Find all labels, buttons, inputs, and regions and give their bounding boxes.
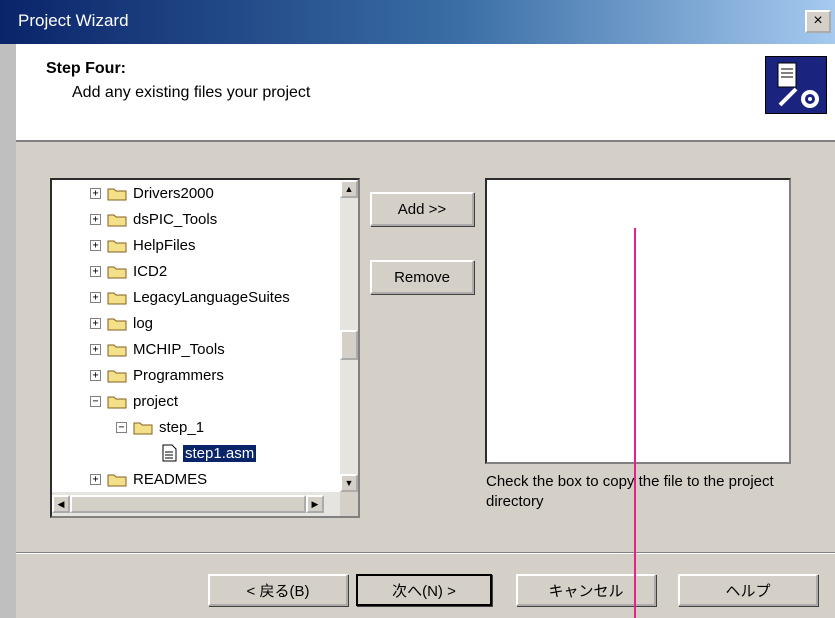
- background-window-edge: [0, 44, 16, 618]
- folder-icon: [107, 318, 127, 330]
- tree-item-label: dsPIC_Tools: [133, 210, 218, 228]
- tree-item-project[interactable]: − project: [90, 388, 178, 414]
- folder-icon: [107, 292, 127, 304]
- tree-item-label-selected: step1.asm: [181, 443, 258, 463]
- tree-item-label: Drivers2000: [133, 184, 214, 202]
- scroll-down-button[interactable]: ▼: [340, 474, 358, 492]
- scrollbar-corner: [340, 492, 358, 516]
- folder-tree[interactable]: + Drivers2000 + dsPIC_Tools + HelpFiles …: [50, 178, 360, 518]
- tree-item-label: READMES: [133, 470, 208, 488]
- tree-item-label: LegacyLanguageSuites: [133, 288, 290, 306]
- wizard-tools-icon: [765, 56, 827, 114]
- tree-item-label: step_1: [159, 418, 205, 436]
- window-title: Project Wizard: [18, 11, 129, 30]
- expand-icon[interactable]: +: [90, 317, 101, 329]
- folder-icon: [107, 344, 127, 356]
- tree-item-label: ICD2: [133, 262, 168, 280]
- file-icon: [162, 444, 177, 462]
- tree-item-legacylanguagesuites[interactable]: + LegacyLanguageSuites: [90, 284, 290, 310]
- folder-icon: [107, 188, 127, 200]
- tree-item-drivers2000[interactable]: + Drivers2000: [90, 180, 214, 206]
- tree-item-step1-asm[interactable]: step1.asm: [162, 440, 258, 466]
- tree-content: + Drivers2000 + dsPIC_Tools + HelpFiles …: [52, 180, 340, 492]
- folder-icon: [107, 474, 127, 486]
- copy-hint-text: Check the box to copy the file to the pr…: [486, 473, 774, 510]
- annotation-line: [634, 228, 636, 618]
- expand-icon[interactable]: +: [90, 343, 101, 355]
- scroll-right-button[interactable]: ▶: [306, 495, 324, 513]
- expand-icon[interactable]: +: [90, 213, 101, 225]
- add-button[interactable]: Add >>: [370, 192, 474, 226]
- remove-button[interactable]: Remove: [370, 260, 474, 294]
- footer-separator: [16, 552, 835, 554]
- folder-open-icon: [107, 396, 127, 408]
- tree-item-mchip-tools[interactable]: + MCHIP_Tools: [90, 336, 225, 362]
- tree-item-label: Programmers: [133, 366, 224, 384]
- tree-item-label: MCHIP_Tools: [133, 340, 225, 358]
- expand-icon[interactable]: +: [90, 291, 101, 303]
- tree-item-log[interactable]: + log: [90, 310, 153, 336]
- wizard-header: Step Four: Add any existing files your p…: [16, 44, 835, 142]
- tree-item-icd2[interactable]: + ICD2: [90, 258, 167, 284]
- expand-icon[interactable]: +: [90, 265, 101, 277]
- tree-item-step-1[interactable]: − step_1: [116, 414, 204, 440]
- next-button[interactable]: 次へ(N) >: [356, 574, 492, 606]
- step-subtitle: Add any existing files your project: [72, 84, 311, 101]
- selected-files-list[interactable]: [485, 178, 791, 464]
- collapse-icon[interactable]: −: [90, 395, 101, 407]
- tree-item-programmers[interactable]: + Programmers: [90, 362, 224, 388]
- vertical-scroll-thumb[interactable]: [340, 330, 358, 360]
- folder-open-icon: [133, 422, 153, 434]
- tree-item-readmes[interactable]: + READMES: [90, 466, 207, 492]
- scroll-up-button[interactable]: ▲: [340, 180, 358, 198]
- folder-icon: [107, 214, 127, 226]
- tree-item-label: log: [133, 314, 154, 332]
- folder-icon: [107, 266, 127, 278]
- expand-icon[interactable]: +: [90, 473, 101, 485]
- collapse-icon[interactable]: −: [116, 421, 127, 433]
- folder-icon: [107, 240, 127, 252]
- tree-item-helpfiles[interactable]: + HelpFiles: [90, 232, 196, 258]
- tree-item-label: HelpFiles: [133, 236, 196, 254]
- step-title: Step Four:: [46, 60, 126, 77]
- expand-icon[interactable]: +: [90, 369, 101, 381]
- scroll-left-button[interactable]: ◀: [52, 495, 70, 513]
- back-button[interactable]: < 戻る(B): [208, 574, 348, 606]
- tree-horizontal-scrollbar[interactable]: ◀ ▶: [52, 492, 340, 516]
- tree-item-label: project: [133, 392, 179, 410]
- title-bar: Project Wizard ×: [0, 0, 835, 44]
- tree-vertical-scrollbar[interactable]: ▲ ▼: [340, 180, 358, 492]
- expand-icon[interactable]: +: [90, 239, 101, 251]
- expand-icon[interactable]: +: [90, 187, 101, 199]
- horizontal-scroll-thumb[interactable]: [70, 495, 306, 513]
- close-button[interactable]: ×: [805, 10, 831, 33]
- folder-icon: [107, 370, 127, 382]
- help-button[interactable]: ヘルプ: [678, 574, 818, 606]
- tree-item-dspic-tools[interactable]: + dsPIC_Tools: [90, 206, 217, 232]
